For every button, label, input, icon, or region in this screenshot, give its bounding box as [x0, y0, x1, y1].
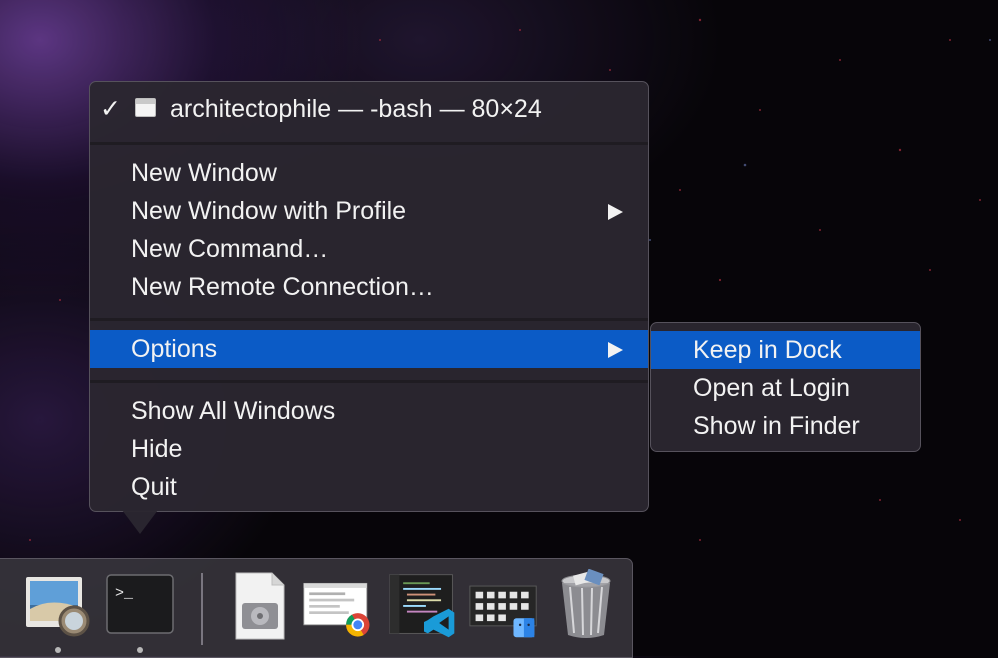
dock: >_	[0, 558, 633, 658]
running-indicator	[137, 647, 143, 653]
submenu-item-label: Keep in Dock	[693, 336, 842, 364]
dock-divider	[201, 573, 203, 645]
menu-item-label: New Window	[131, 159, 277, 187]
chrome-window-icon[interactable]	[302, 569, 374, 641]
menu-pointer	[122, 510, 158, 534]
menu-item-label: Hide	[131, 435, 183, 463]
menu-item-label: Show All Windows	[131, 397, 336, 425]
window-title-label: architectophile — -bash — 80×24	[170, 95, 542, 123]
dock-context-menu: ✓ architectophile — -bash — 80×24 New Wi…	[89, 81, 649, 512]
preview-icon[interactable]	[22, 569, 94, 641]
menu-item-window-title[interactable]: ✓ architectophile — -bash — 80×24	[90, 90, 648, 128]
menu-item-label: New Command…	[131, 235, 329, 263]
submenu-item-open-at-login[interactable]: Open at Login	[651, 369, 920, 407]
menu-item-new-window[interactable]: New Window	[90, 154, 648, 192]
running-indicator	[55, 647, 61, 653]
menu-item-new-remote-connection[interactable]: New Remote Connection…	[90, 268, 648, 306]
menu-separator	[90, 380, 648, 383]
window-icon	[135, 98, 156, 117]
menu-separator	[90, 318, 648, 321]
menu-separator	[90, 142, 648, 145]
terminal-prompt: >_	[115, 585, 134, 602]
menu-item-new-window-with-profile[interactable]: New Window with Profile	[90, 192, 648, 230]
disk-utility-icon[interactable]	[224, 569, 296, 641]
options-submenu: Keep in Dock Open at Login Show in Finde…	[650, 322, 921, 452]
menu-item-label: Options	[131, 335, 218, 363]
submenu-arrow-icon	[608, 342, 623, 358]
menu-item-new-command[interactable]: New Command…	[90, 230, 648, 268]
menu-item-label: New Window with Profile	[131, 197, 407, 225]
vscode-window-icon[interactable]	[388, 569, 460, 641]
menu-item-show-all-windows[interactable]: Show All Windows	[90, 392, 648, 430]
trash-icon[interactable]	[552, 569, 624, 641]
menu-item-label: New Remote Connection…	[131, 273, 434, 301]
submenu-arrow-icon	[608, 204, 623, 220]
submenu-item-show-in-finder[interactable]: Show in Finder	[651, 407, 920, 445]
submenu-item-label: Show in Finder	[693, 412, 860, 440]
terminal-icon[interactable]: >_	[105, 569, 177, 641]
submenu-item-keep-in-dock[interactable]: Keep in Dock	[651, 331, 920, 369]
submenu-item-label: Open at Login	[693, 374, 851, 402]
menu-item-options[interactable]: Options	[90, 330, 648, 368]
checkmark-icon: ✓	[100, 95, 121, 123]
finder-window-icon[interactable]	[468, 569, 540, 641]
menu-item-quit[interactable]: Quit	[90, 468, 648, 506]
menu-item-label: Quit	[131, 473, 177, 501]
menu-item-hide[interactable]: Hide	[90, 430, 648, 468]
